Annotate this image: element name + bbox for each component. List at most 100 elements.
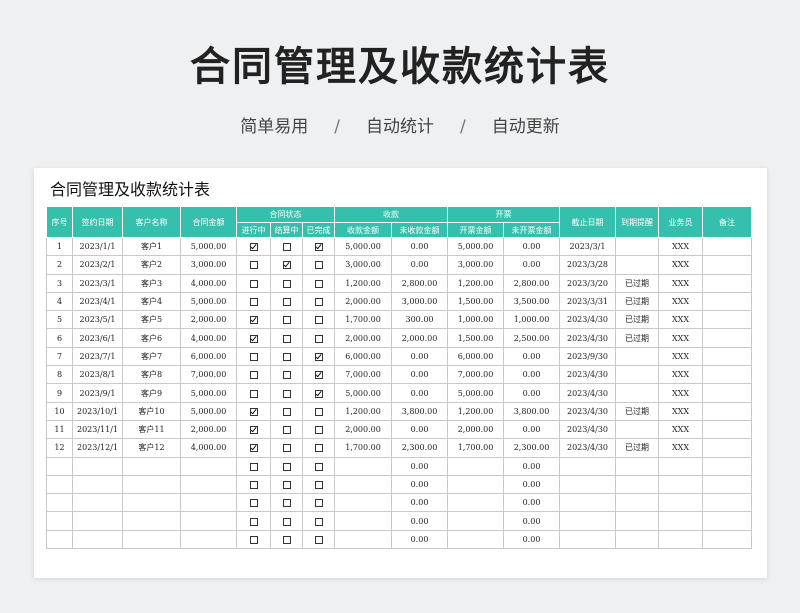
cell-invoiced[interactable]: 5,000.00 <box>447 236 504 257</box>
cell-salesperson[interactable]: XXX <box>658 401 703 421</box>
cell-empty[interactable] <box>615 474 659 495</box>
checkbox[interactable] <box>249 334 258 343</box>
cell-contract-amount[interactable]: 4,000.00 <box>180 328 237 348</box>
checkbox[interactable] <box>282 517 291 526</box>
cell-reminder[interactable]: 已过期 <box>615 310 659 330</box>
cell-received[interactable] <box>334 511 392 531</box>
cell-invoiced[interactable]: 1,000.00 <box>447 310 504 330</box>
checkbox[interactable] <box>314 462 323 471</box>
cell-empty[interactable] <box>658 456 703 476</box>
cell-sign-date[interactable]: 2023/9/1 <box>72 383 123 403</box>
checkbox[interactable] <box>314 407 323 416</box>
cell-empty[interactable] <box>72 456 123 476</box>
checkbox[interactable] <box>314 389 323 398</box>
checkbox[interactable] <box>314 499 323 508</box>
checkbox[interactable] <box>314 481 323 489</box>
cell-empty[interactable] <box>559 456 616 476</box>
cell-deadline[interactable]: 2023/3/1 <box>559 236 616 257</box>
cell-contract-amount[interactable]: 5,000.00 <box>180 401 237 421</box>
cell-empty[interactable] <box>702 529 752 550</box>
checkbox[interactable] <box>249 316 258 325</box>
cell-empty[interactable] <box>72 511 123 531</box>
cell-reminder[interactable] <box>615 365 659 385</box>
cell-empty[interactable] <box>702 511 752 531</box>
cell-sign-date[interactable]: 2023/4/1 <box>72 291 123 312</box>
cell-customer[interactable]: 客户10 <box>122 401 181 421</box>
cell-reminder[interactable]: 已过期 <box>615 401 659 421</box>
cell-received[interactable]: 2,000.00 <box>334 419 392 440</box>
cell-sign-date[interactable]: 2023/3/1 <box>72 273 123 293</box>
checkbox[interactable] <box>282 298 291 307</box>
cell-seq[interactable]: 7 <box>46 346 73 367</box>
checkbox[interactable] <box>314 279 323 288</box>
cell-invoiced[interactable]: 1,700.00 <box>447 438 504 458</box>
cell-salesperson[interactable]: XXX <box>658 255 703 275</box>
cell-uninvoiced[interactable]: 0.00 <box>503 493 560 513</box>
checkbox[interactable] <box>314 517 323 526</box>
cell-empty[interactable] <box>615 529 659 550</box>
cell-seq[interactable]: 6 <box>46 328 73 348</box>
cell-remark[interactable] <box>702 273 752 293</box>
checkbox[interactable] <box>314 444 323 453</box>
cell-unreceived[interactable]: 0.00 <box>391 493 448 513</box>
checkbox[interactable] <box>249 481 258 489</box>
cell-empty[interactable] <box>615 456 659 476</box>
checkbox[interactable] <box>282 371 291 380</box>
cell-empty[interactable] <box>46 474 73 495</box>
cell-empty[interactable] <box>559 474 616 495</box>
cell-received[interactable] <box>334 456 392 476</box>
cell-sign-date[interactable]: 2023/5/1 <box>72 310 123 330</box>
cell-empty[interactable] <box>702 474 752 495</box>
cell-customer[interactable]: 客户2 <box>122 255 181 275</box>
cell-empty[interactable] <box>72 493 123 513</box>
cell-unreceived[interactable]: 2,300.00 <box>391 438 448 458</box>
cell-deadline[interactable]: 2023/4/30 <box>559 438 616 458</box>
cell-empty[interactable] <box>180 511 237 531</box>
cell-reminder[interactable]: 已过期 <box>615 438 659 458</box>
cell-contract-amount[interactable]: 4,000.00 <box>180 438 237 458</box>
cell-reminder[interactable] <box>615 419 659 440</box>
cell-unreceived[interactable]: 0.00 <box>391 456 448 476</box>
cell-contract-amount[interactable]: 2,000.00 <box>180 419 237 440</box>
cell-empty[interactable] <box>559 511 616 531</box>
checkbox[interactable] <box>314 426 323 435</box>
cell-deadline[interactable]: 2023/4/30 <box>559 328 616 348</box>
cell-unreceived[interactable]: 0.00 <box>391 383 448 403</box>
cell-empty[interactable] <box>46 456 73 476</box>
cell-invoiced[interactable]: 3,000.00 <box>447 255 504 275</box>
checkbox[interactable] <box>249 352 258 361</box>
checkbox[interactable] <box>249 243 258 252</box>
checkbox[interactable] <box>314 371 323 380</box>
checkbox[interactable] <box>249 389 258 398</box>
cell-salesperson[interactable]: XXX <box>658 383 703 403</box>
cell-empty[interactable] <box>122 474 181 495</box>
cell-reminder[interactable] <box>615 346 659 367</box>
cell-uninvoiced[interactable]: 0.00 <box>503 474 560 495</box>
cell-empty[interactable] <box>122 511 181 531</box>
cell-deadline[interactable]: 2023/4/30 <box>559 401 616 421</box>
checkbox[interactable] <box>249 426 258 435</box>
cell-empty[interactable] <box>559 529 616 550</box>
cell-empty[interactable] <box>46 493 73 513</box>
cell-sign-date[interactable]: 2023/7/1 <box>72 346 123 367</box>
cell-remark[interactable] <box>702 419 752 440</box>
cell-contract-amount[interactable]: 7,000.00 <box>180 365 237 385</box>
cell-unreceived[interactable]: 0.00 <box>391 346 448 367</box>
cell-sign-date[interactable]: 2023/11/1 <box>72 419 123 440</box>
cell-reminder[interactable]: 已过期 <box>615 291 659 312</box>
cell-invoiced[interactable]: 6,000.00 <box>447 346 504 367</box>
cell-received[interactable]: 1,700.00 <box>334 438 392 458</box>
cell-deadline[interactable]: 2023/4/30 <box>559 419 616 440</box>
cell-received[interactable]: 2,000.00 <box>334 328 392 348</box>
cell-reminder[interactable] <box>615 383 659 403</box>
cell-uninvoiced[interactable]: 0.00 <box>503 419 560 440</box>
checkbox[interactable] <box>249 535 258 544</box>
cell-invoiced[interactable]: 1,200.00 <box>447 273 504 293</box>
checkbox[interactable] <box>282 444 291 453</box>
cell-uninvoiced[interactable]: 0.00 <box>503 255 560 275</box>
cell-empty[interactable] <box>658 511 703 531</box>
cell-salesperson[interactable]: XXX <box>658 236 703 257</box>
cell-customer[interactable]: 客户7 <box>122 346 181 367</box>
cell-received[interactable] <box>334 493 392 513</box>
cell-reminder[interactable]: 已过期 <box>615 273 659 293</box>
